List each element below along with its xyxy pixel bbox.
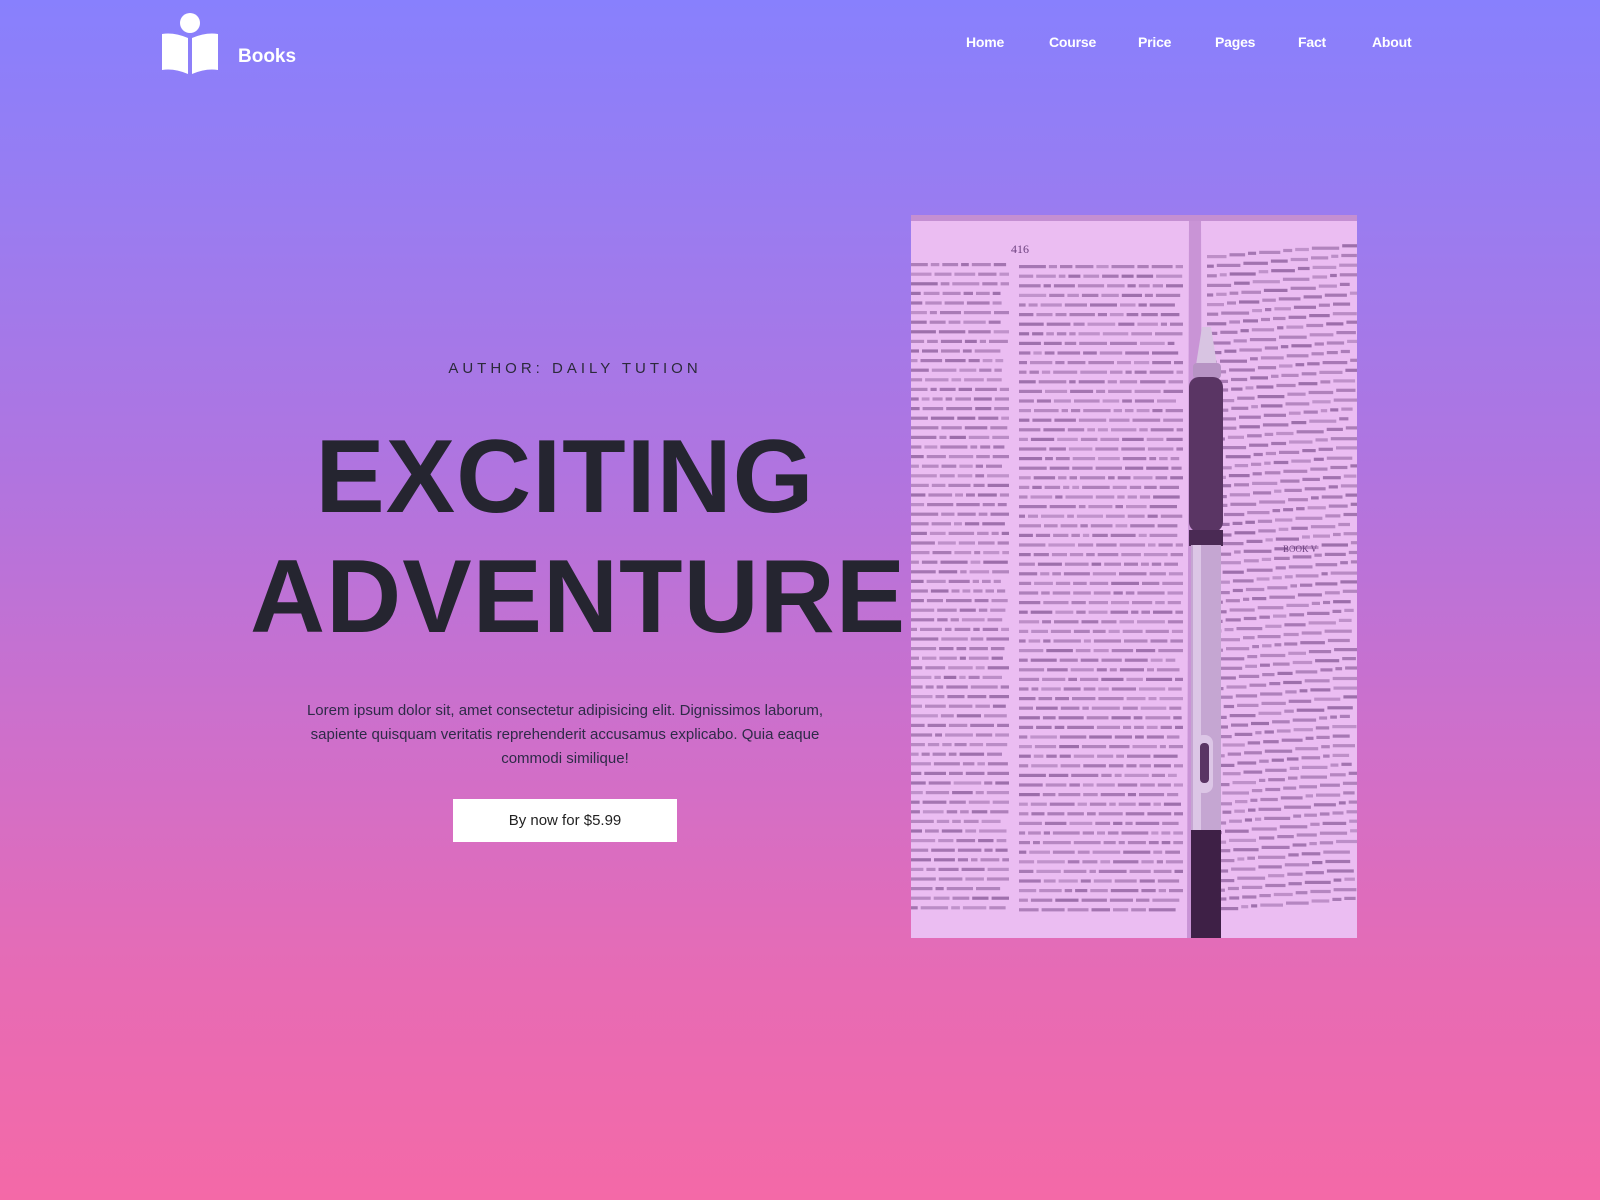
hero-description: Lorem ipsum dolor sit, amet consectetur … <box>306 702 824 767</box>
open-book-image: 416 BOOK V <box>911 215 1357 938</box>
pen <box>1189 327 1223 938</box>
hero-section: AUTHOR: DAILY TUTION EXCITING ADVENTURE … <box>250 360 907 842</box>
hero-title-line-1: EXCITING <box>315 419 815 535</box>
book-heading: BOOK V <box>1283 544 1318 554</box>
hero-title: EXCITING ADVENTURE <box>250 417 907 657</box>
book-photo: 416 BOOK V <box>911 215 1357 938</box>
nav-home[interactable]: Home <box>966 34 1004 50</box>
page-number: 416 <box>1011 242 1029 256</box>
nav-course[interactable]: Course <box>1049 34 1096 50</box>
nav-pages[interactable]: Pages <box>1215 34 1255 50</box>
buy-now-button[interactable]: By now for $5.99 <box>453 799 677 842</box>
hero-title-line-2: ADVENTURE <box>250 539 907 655</box>
nav-price[interactable]: Price <box>1138 34 1171 50</box>
nav-fact[interactable]: Fact <box>1298 34 1326 50</box>
author-label: AUTHOR: DAILY TUTION <box>448 360 702 377</box>
nav-about[interactable]: About <box>1372 34 1412 50</box>
main-nav: Home Course Price Pages Fact About <box>0 34 1600 54</box>
